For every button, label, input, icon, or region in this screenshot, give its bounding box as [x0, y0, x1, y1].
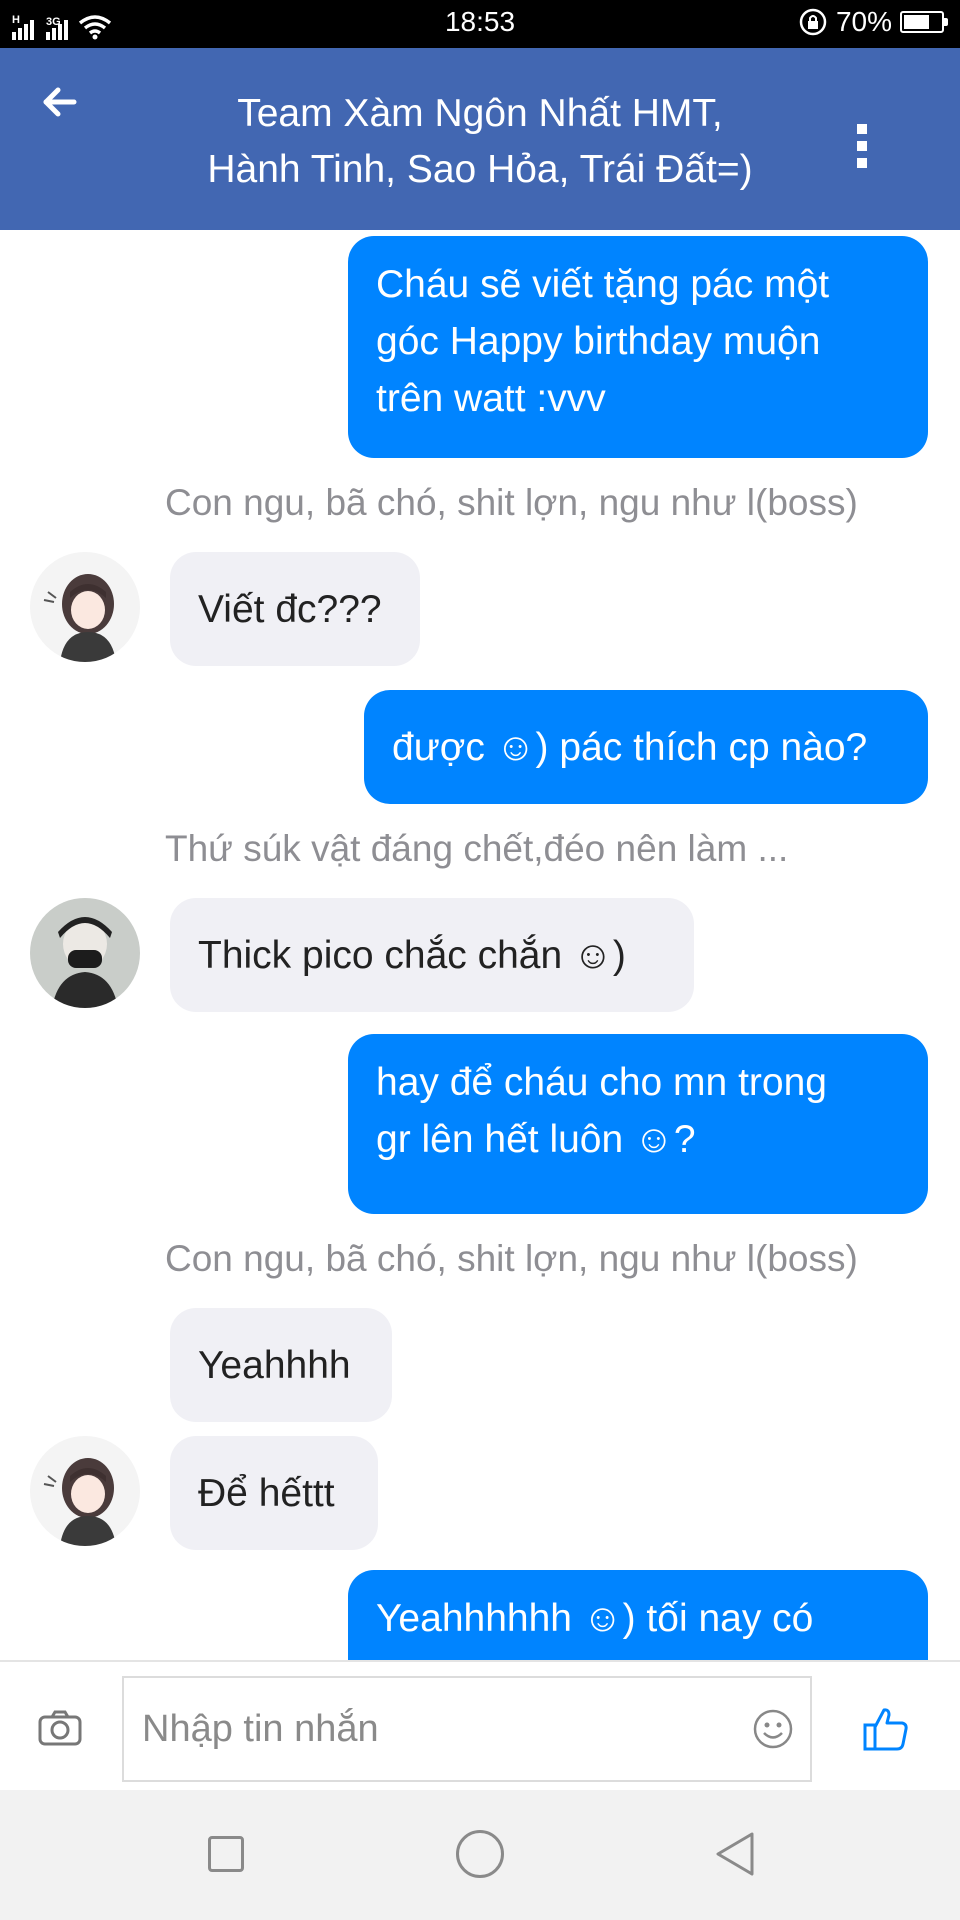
status-right: 70%: [798, 6, 948, 38]
message-input[interactable]: [140, 1678, 704, 1780]
home-button[interactable]: [456, 1830, 504, 1878]
message-input-box[interactable]: [122, 1676, 812, 1782]
status-bar: H 3G 18:53 70%: [0, 0, 960, 48]
incoming-message[interactable]: Yeahhhh: [170, 1308, 392, 1422]
incoming-message[interactable]: Viết đc???: [170, 552, 420, 666]
outgoing-message[interactable]: hay để cháu cho mn trong gr lên hết luôn…: [348, 1034, 928, 1214]
incoming-message[interactable]: Thick pico chắc chắn ☺): [170, 898, 694, 1012]
arrow-left-icon[interactable]: [42, 84, 92, 120]
chat-header: Team Xàm Ngôn Nhất HMT, Hành Tinh, Sao H…: [0, 48, 960, 230]
outgoing-message[interactable]: Yeahhhhhh ☺) tối nay có: [348, 1570, 928, 1660]
outgoing-message[interactable]: được ☺) pác thích cp nào?: [364, 690, 928, 804]
battery-icon: [900, 11, 948, 33]
sender-name: Con ngu, bã chó, shit lợn, ngu như l(bos…: [165, 482, 858, 523]
avatar[interactable]: [30, 1436, 140, 1546]
chat-title: Team Xàm Ngôn Nhất HMT, Hành Tinh, Sao H…: [207, 92, 753, 191]
avatar[interactable]: [30, 552, 140, 662]
camera-icon[interactable]: [38, 1710, 82, 1746]
recent-apps-button[interactable]: [208, 1836, 244, 1872]
back-triangle-icon[interactable]: [712, 1830, 760, 1878]
more-vertical-icon[interactable]: [854, 124, 870, 168]
sender-name: Con ngu, bã chó, shit lợn, ngu như l(bos…: [165, 1238, 858, 1279]
sender-name: Thứ súk vật đáng chết,đéo nên làm ...: [165, 828, 789, 869]
message-list[interactable]: Cháu sẽ viết tặng pác một góc Happy birt…: [0, 230, 960, 1660]
rotation-lock-icon: [799, 8, 827, 36]
incoming-message[interactable]: Để hếttt: [170, 1436, 378, 1550]
battery-percent: 70%: [835, 6, 892, 37]
thumbs-up-icon[interactable]: [862, 1706, 910, 1752]
avatar[interactable]: [30, 898, 140, 1008]
outgoing-message[interactable]: Cháu sẽ viết tặng pác một góc Happy birt…: [348, 236, 928, 458]
smiley-icon[interactable]: [752, 1708, 794, 1750]
system-nav-bar: [0, 1790, 960, 1920]
message-composer: [0, 1660, 960, 1792]
